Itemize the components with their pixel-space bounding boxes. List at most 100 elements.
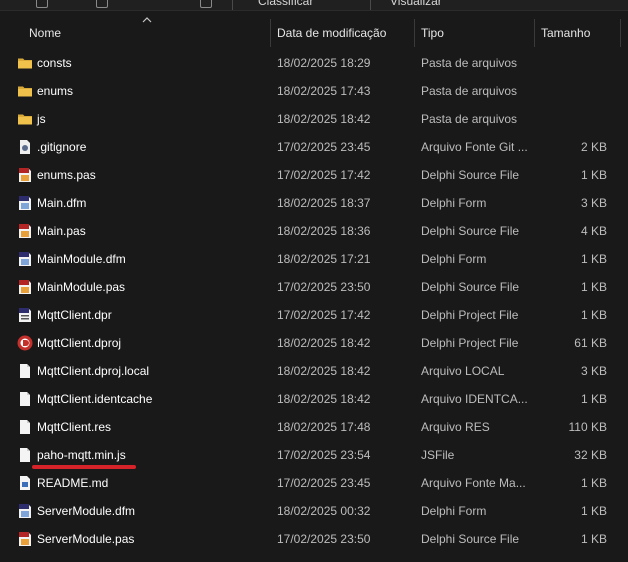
markdown-file-icon [20, 476, 30, 490]
file-name: MqttClient.dpr [37, 308, 112, 322]
file-type: Delphi Form [421, 504, 487, 518]
file-modified: 17/02/2025 23:45 [277, 476, 371, 490]
column-size-label: Tamanho [541, 26, 591, 40]
column-name-label: Nome [29, 26, 62, 40]
column-size[interactable]: Tamanho [534, 19, 628, 47]
pas-file-icon [19, 532, 31, 546]
file-size: 61 KB [574, 336, 607, 350]
file-modified: 17/02/2025 23:54 [277, 448, 371, 462]
pas-file-icon [19, 280, 31, 294]
file-size: 1 KB [580, 504, 607, 518]
list-item[interactable]: Main.pas 18/02/2025 18:36 Delphi Source … [0, 217, 628, 245]
file-modified: 17/02/2025 23:50 [277, 532, 371, 546]
toolbar-separator [232, 0, 233, 10]
file-type: Arquivo Fonte Ma... [421, 476, 526, 490]
column-header: Nome Data de modificação Tipo Tamanho [0, 17, 628, 47]
file-type: Arquivo RES [421, 420, 490, 434]
dfm-file-icon [19, 196, 31, 210]
column-modified[interactable]: Data de modificação [270, 19, 414, 47]
toolbar-separator [370, 0, 371, 10]
file-modified: 18/02/2025 18:29 [277, 56, 371, 70]
dpr-file-icon [19, 308, 31, 322]
list-item[interactable]: js 18/02/2025 18:42 Pasta de arquivos [0, 105, 628, 133]
file-modified: 18/02/2025 17:48 [277, 420, 371, 434]
column-name[interactable]: Nome [22, 19, 270, 47]
file-modified: 18/02/2025 18:42 [277, 112, 371, 126]
file-type: Pasta de arquivos [421, 84, 518, 98]
list-item[interactable]: enums.pas 17/02/2025 17:42 Delphi Source… [0, 161, 628, 189]
file-size: 1 KB [580, 280, 607, 294]
file-size: 1 KB [580, 252, 607, 266]
file-size: 1 KB [580, 532, 607, 546]
list-item[interactable]: MqttClient.dproj.local 18/02/2025 18:42 … [0, 357, 628, 385]
list-item[interactable]: README.md 17/02/2025 23:45 Arquivo Fonte… [0, 469, 628, 497]
file-modified: 17/02/2025 23:45 [277, 140, 371, 154]
blank-file-icon [20, 420, 30, 434]
cut-icon[interactable] [36, 0, 48, 8]
column-divider[interactable] [620, 19, 621, 47]
copy-icon[interactable] [96, 0, 108, 8]
list-item[interactable]: MainModule.pas 17/02/2025 23:50 Delphi S… [0, 273, 628, 301]
file-modified: 18/02/2025 18:42 [277, 336, 371, 350]
folder-icon [18, 114, 32, 125]
list-item[interactable]: enums 18/02/2025 17:43 Pasta de arquivos [0, 77, 628, 105]
pas-file-icon [19, 168, 31, 182]
column-type[interactable]: Tipo [414, 19, 534, 47]
file-size: 1 KB [580, 168, 607, 182]
file-modified: 17/02/2025 23:50 [277, 280, 371, 294]
file-name: consts [37, 56, 72, 70]
file-modified: 18/02/2025 18:37 [277, 196, 371, 210]
file-size: 3 KB [580, 364, 607, 378]
file-name: MainModule.dfm [37, 252, 126, 266]
folder-icon [18, 86, 32, 97]
file-modified: 18/02/2025 18:42 [277, 392, 371, 406]
file-type: Delphi Source File [421, 532, 520, 546]
file-name: MainModule.pas [37, 280, 126, 294]
file-size: 3 KB [580, 196, 607, 210]
file-name: enums.pas [37, 168, 96, 182]
file-size: 1 KB [580, 308, 607, 322]
dfm-file-icon [19, 252, 31, 266]
file-type: Arquivo LOCAL [421, 364, 505, 378]
file-modified: 18/02/2025 17:43 [277, 84, 371, 98]
file-name: Main.pas [37, 224, 86, 238]
blank-file-icon [20, 448, 30, 462]
file-name: README.md [37, 476, 109, 490]
file-size: 4 KB [580, 224, 607, 238]
file-type: Pasta de arquivos [421, 56, 518, 70]
list-item[interactable]: MqttClient.res 18/02/2025 17:48 Arquivo … [0, 413, 628, 441]
file-name: ServerModule.pas [37, 532, 135, 546]
list-item[interactable]: MqttClient.dpr 17/02/2025 17:42 Delphi P… [0, 301, 628, 329]
list-item[interactable]: MqttClient.dproj 18/02/2025 18:42 Delphi… [0, 329, 628, 357]
delphi-project-icon [17, 335, 33, 351]
file-size: 32 KB [574, 448, 607, 462]
list-item[interactable]: ServerModule.dfm 18/02/2025 00:32 Delphi… [0, 497, 628, 525]
file-modified: 18/02/2025 17:21 [277, 252, 371, 266]
list-item[interactable]: consts 18/02/2025 18:29 Pasta de arquivo… [0, 49, 628, 77]
list-item[interactable]: MainModule.dfm 18/02/2025 17:21 Delphi F… [0, 245, 628, 273]
file-type: Delphi Source File [421, 168, 520, 182]
file-type: JSFile [421, 448, 455, 462]
file-name: enums [37, 84, 74, 98]
file-type: Delphi Form [421, 196, 487, 210]
list-item[interactable]: MqttClient.identcache 18/02/2025 18:42 A… [0, 385, 628, 413]
file-type: Pasta de arquivos [421, 112, 518, 126]
dfm-file-icon [19, 504, 31, 518]
file-name: MqttClient.dproj [37, 336, 122, 350]
file-type: Delphi Project File [421, 308, 519, 322]
sort-button[interactable]: Classificar [258, 0, 313, 8]
view-button[interactable]: Visualizar [390, 0, 442, 8]
list-item[interactable]: .gitignore 17/02/2025 23:45 Arquivo Font… [0, 133, 628, 161]
column-type-label: Tipo [421, 26, 444, 40]
file-type: Delphi Project File [421, 336, 519, 350]
file-name: MqttClient.res [37, 420, 112, 434]
delete-icon[interactable] [200, 0, 212, 8]
list-item[interactable]: ServerModule.pas 17/02/2025 23:50 Delphi… [0, 525, 628, 553]
blank-file-icon [20, 392, 30, 406]
file-size: 1 KB [580, 476, 607, 490]
file-modified: 17/02/2025 17:42 [277, 308, 371, 322]
file-name: Main.dfm [37, 196, 87, 210]
list-item[interactable]: Main.dfm 18/02/2025 18:37 Delphi Form 3 … [0, 189, 628, 217]
file-modified: 18/02/2025 18:36 [277, 224, 371, 238]
file-modified: 18/02/2025 00:32 [277, 504, 371, 518]
